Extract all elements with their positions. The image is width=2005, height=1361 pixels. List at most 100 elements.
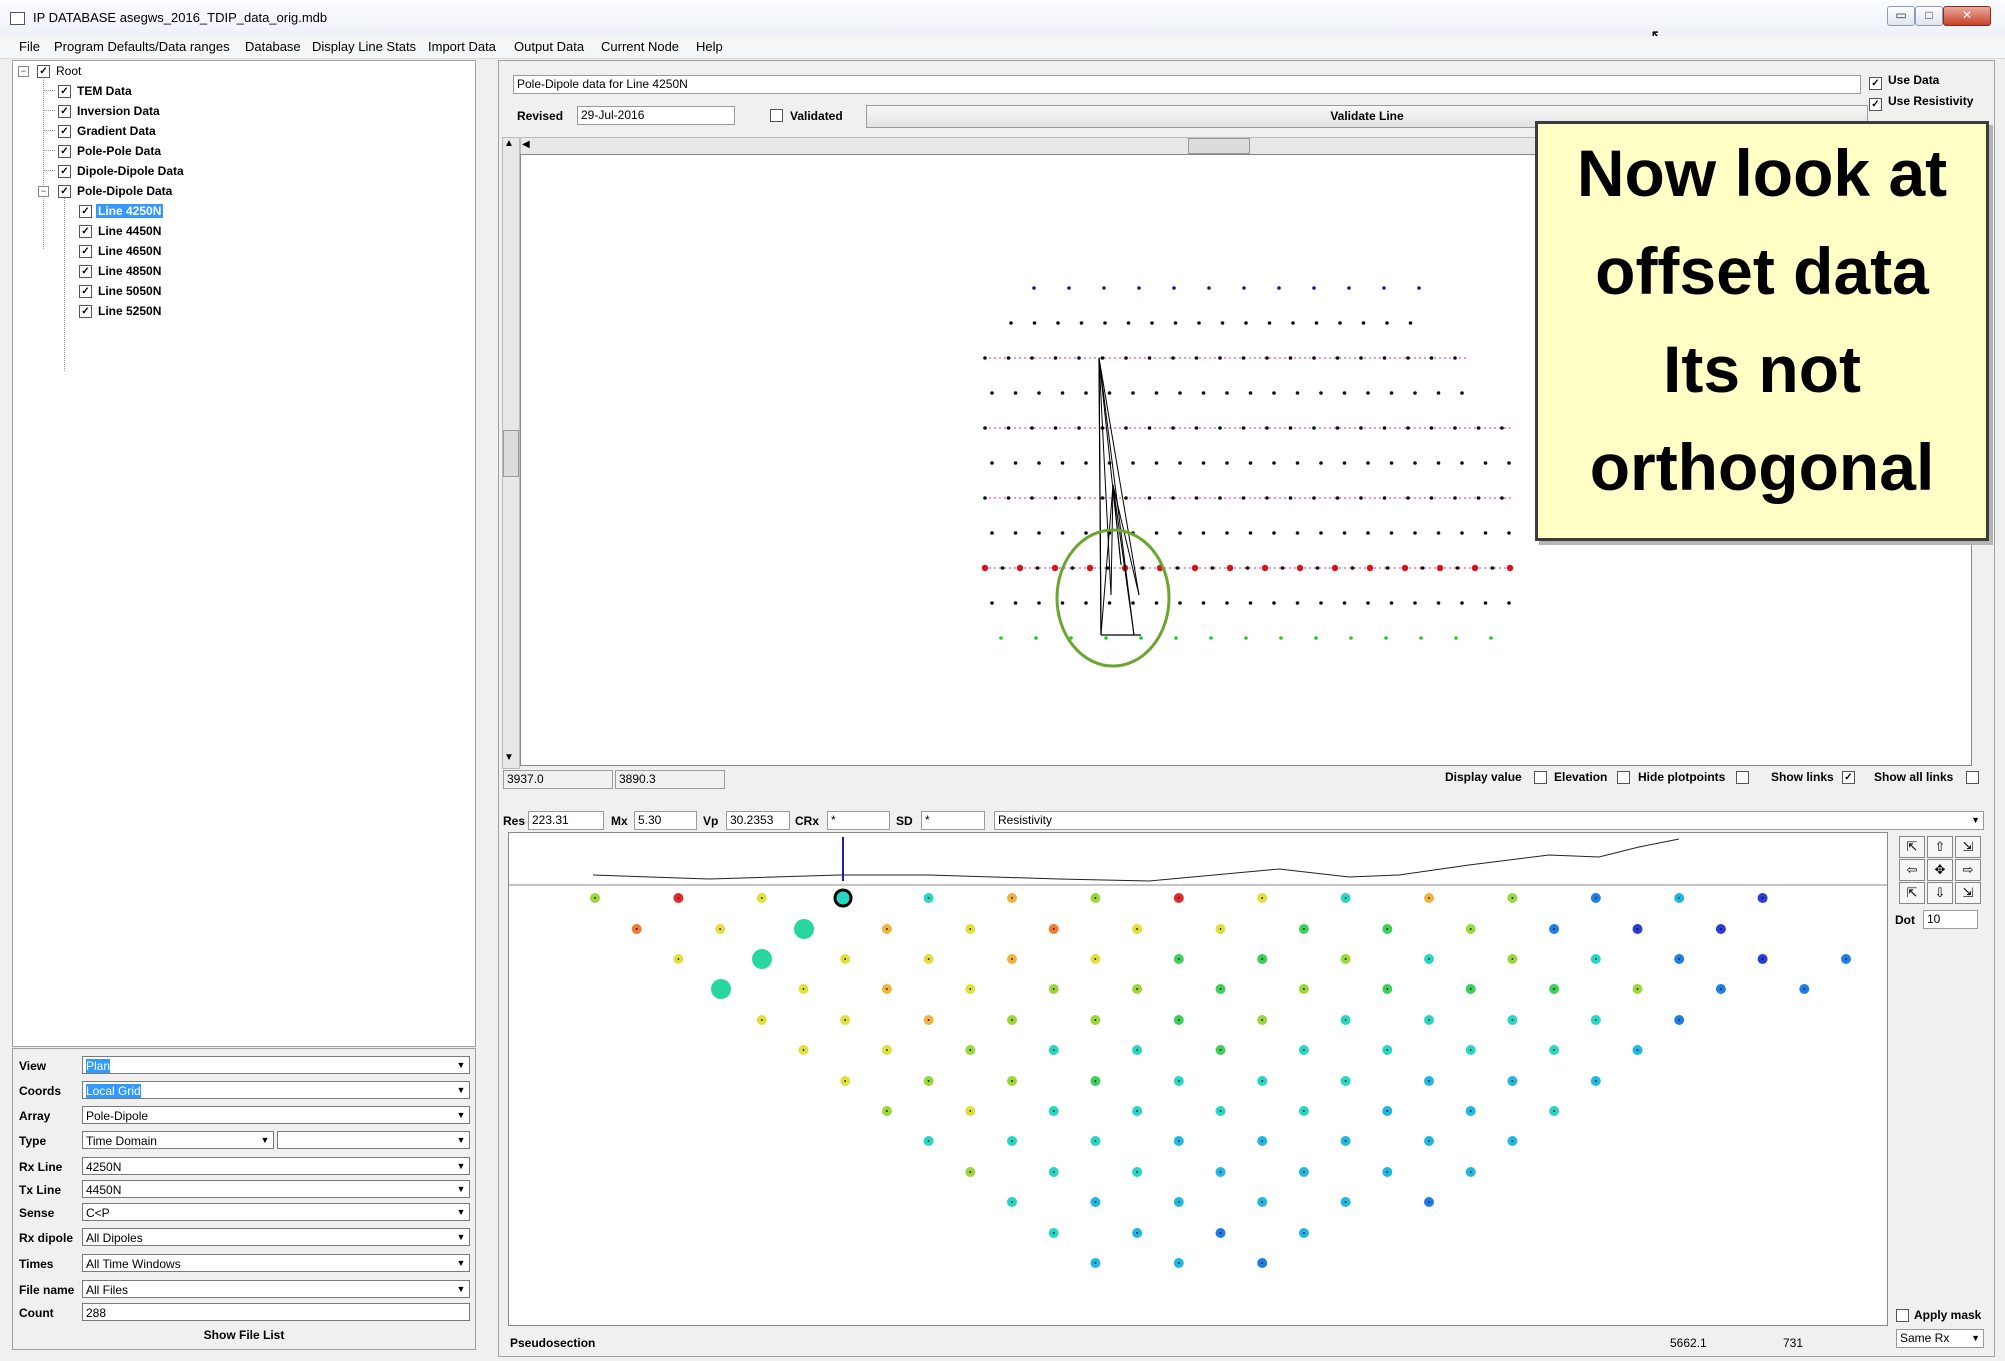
plan-horizontal-scrollbar[interactable] bbox=[520, 137, 1542, 155]
checkbox-icon[interactable]: ✓ bbox=[58, 185, 71, 198]
show-file-list-button[interactable]: Show File List bbox=[13, 1325, 475, 1345]
menu-database[interactable]: Database bbox=[245, 39, 301, 54]
menu-program-defaults[interactable]: Program Defaults/Data ranges bbox=[54, 39, 230, 54]
res-field[interactable]: 223.31 bbox=[528, 811, 604, 830]
use-data-option[interactable]: ✓ Use Data bbox=[1869, 73, 1939, 90]
plan-station-dot bbox=[1394, 567, 1396, 569]
menu-display-line-stats[interactable]: Display Line Stats bbox=[312, 39, 416, 54]
menu-output-data[interactable]: Output Data bbox=[514, 39, 584, 54]
menu-help[interactable]: Help bbox=[696, 39, 723, 54]
array-select[interactable]: Pole-Dipole ▼ bbox=[82, 1106, 470, 1124]
checkbox-icon[interactable]: ✓ bbox=[79, 205, 92, 218]
elevation-checkbox[interactable] bbox=[1617, 771, 1630, 784]
plan-station-dot bbox=[1234, 427, 1236, 429]
description-field[interactable]: Pole-Dipole data for Line 4250N bbox=[513, 75, 1861, 94]
menu-import-data[interactable]: Import Data bbox=[428, 39, 496, 54]
show-all-links-checkbox[interactable] bbox=[1966, 771, 1979, 784]
collapse-root-icon[interactable]: − bbox=[18, 66, 29, 77]
menu-file[interactable]: File bbox=[19, 39, 40, 54]
hide-plotpoints-checkbox[interactable] bbox=[1736, 771, 1749, 784]
checkbox-icon[interactable]: ✓ bbox=[79, 285, 92, 298]
chevron-down-icon[interactable]: ▼ bbox=[257, 1132, 273, 1148]
same-rx-select[interactable]: Same Rx ▼ bbox=[1896, 1329, 1984, 1348]
rx-line-select[interactable]: 4250N ▼ bbox=[82, 1157, 470, 1175]
apply-mask-checkbox[interactable] bbox=[1896, 1309, 1909, 1322]
dot-size-field[interactable]: 10 bbox=[1923, 910, 1978, 929]
plan-station-dot bbox=[1069, 567, 1071, 569]
chevron-down-icon[interactable]: ▼ bbox=[453, 1158, 469, 1174]
type-select[interactable]: Time Domain ▼ bbox=[82, 1131, 274, 1149]
chevron-down-icon[interactable]: ▼ bbox=[453, 1229, 469, 1245]
pan-left-icon[interactable]: ⇦ bbox=[1899, 859, 1925, 881]
checkbox-icon[interactable]: ✓ bbox=[58, 165, 71, 178]
chevron-down-icon[interactable]: ▼ bbox=[453, 1281, 469, 1297]
chevron-down-icon[interactable]: ▼ bbox=[453, 1057, 469, 1073]
pan-down-right-icon[interactable]: ⇲ bbox=[1955, 882, 1981, 904]
collapse-pole-dipole-icon[interactable]: − bbox=[38, 186, 49, 197]
plan-vscroll-thumb[interactable] bbox=[503, 430, 519, 477]
plan-station-dot bbox=[1460, 531, 1464, 535]
chevron-down-icon[interactable]: ▼ bbox=[453, 1181, 469, 1197]
checkbox-icon[interactable]: ✓ bbox=[1869, 77, 1882, 90]
chevron-down-icon[interactable]: ▼ bbox=[1971, 812, 1980, 829]
plan-hscroll-thumb[interactable] bbox=[1188, 138, 1250, 154]
use-resistivity-option[interactable]: ✓ Use Resistivity bbox=[1869, 94, 1973, 111]
pan-right-icon[interactable]: ⇨ bbox=[1955, 859, 1981, 881]
crx-field[interactable]: * bbox=[827, 811, 890, 830]
revised-field[interactable]: 29-Jul-2016 bbox=[577, 106, 735, 125]
chevron-down-icon[interactable]: ▼ bbox=[453, 1255, 469, 1271]
plan-station-dot bbox=[1464, 497, 1466, 499]
plan-station-dot bbox=[1024, 567, 1026, 569]
sense-select[interactable]: C<P ▼ bbox=[82, 1203, 470, 1221]
checkbox-icon[interactable]: ✓ bbox=[79, 305, 92, 318]
close-button[interactable]: ✕ bbox=[1943, 6, 1991, 26]
plan-station-dot bbox=[1129, 567, 1131, 569]
scroll-up-icon[interactable]: ▲ bbox=[504, 138, 514, 149]
plan-station-dot bbox=[1344, 357, 1346, 359]
checkbox-icon[interactable]: ✓ bbox=[58, 105, 71, 118]
plan-station-dot bbox=[1067, 286, 1071, 290]
tx-line-select[interactable]: 4450N ▼ bbox=[82, 1180, 470, 1198]
pan-up-left-icon[interactable]: ⇱ bbox=[1899, 836, 1925, 858]
view-select[interactable]: Plan ▼ bbox=[82, 1056, 470, 1074]
checkbox-icon[interactable]: ✓ bbox=[58, 85, 71, 98]
chevron-down-icon[interactable]: ▼ bbox=[453, 1204, 469, 1220]
scroll-down-icon[interactable]: ▼ bbox=[504, 752, 514, 763]
pseudosection-view[interactable] bbox=[508, 832, 1888, 1326]
checkbox-icon[interactable]: ✓ bbox=[1869, 98, 1882, 111]
minimize-button[interactable]: ▭ bbox=[1887, 6, 1915, 26]
validated-checkbox[interactable] bbox=[770, 109, 783, 122]
parameter-select[interactable]: Resistivity ▼ bbox=[994, 811, 1984, 830]
checkbox-icon[interactable]: ✓ bbox=[79, 225, 92, 238]
show-links-checkbox[interactable]: ✓ bbox=[1842, 771, 1855, 784]
mx-field[interactable]: 5.30 bbox=[634, 811, 697, 830]
plan-station-dot bbox=[1484, 497, 1486, 499]
type-sub-select[interactable]: ▼ bbox=[277, 1131, 470, 1149]
checkbox-icon[interactable]: ✓ bbox=[58, 125, 71, 138]
chevron-down-icon[interactable]: ▼ bbox=[453, 1107, 469, 1123]
sd-field[interactable]: * bbox=[921, 811, 985, 830]
maximize-button[interactable]: □ bbox=[1915, 6, 1943, 26]
chevron-down-icon[interactable]: ▼ bbox=[1971, 1330, 1980, 1347]
pan-down-icon[interactable]: ⇩ bbox=[1927, 882, 1953, 904]
pan-up-icon[interactable]: ⇧ bbox=[1927, 836, 1953, 858]
checkbox-icon[interactable]: ✓ bbox=[79, 245, 92, 258]
coords-select[interactable]: Local Grid ▼ bbox=[82, 1081, 470, 1099]
chevron-down-icon[interactable]: ▼ bbox=[453, 1082, 469, 1098]
chevron-down-icon[interactable]: ▼ bbox=[453, 1132, 469, 1148]
pan-center-icon[interactable]: ✥ bbox=[1927, 859, 1953, 881]
display-value-checkbox[interactable] bbox=[1534, 771, 1547, 784]
checkbox-icon[interactable]: ✓ bbox=[79, 265, 92, 278]
checkbox-icon[interactable]: ✓ bbox=[58, 145, 71, 158]
pan-down-left-icon[interactable]: ⇱ bbox=[1899, 882, 1925, 904]
times-select[interactable]: All Time Windows ▼ bbox=[82, 1254, 470, 1272]
menu-current-node[interactable]: Current Node bbox=[601, 39, 679, 54]
vp-field[interactable]: 30.2353 bbox=[726, 811, 790, 830]
tx-line-value: 4450N bbox=[86, 1183, 122, 1197]
scroll-left-icon[interactable]: ◀ bbox=[522, 139, 530, 150]
file-name-select[interactable]: All Files ▼ bbox=[82, 1280, 470, 1298]
plan-station-dot bbox=[1249, 497, 1251, 499]
plan-station-dot bbox=[1382, 356, 1387, 360]
pan-up-right-icon[interactable]: ⇲ bbox=[1955, 836, 1981, 858]
rx-dipole-select[interactable]: All Dipoles ▼ bbox=[82, 1228, 470, 1246]
